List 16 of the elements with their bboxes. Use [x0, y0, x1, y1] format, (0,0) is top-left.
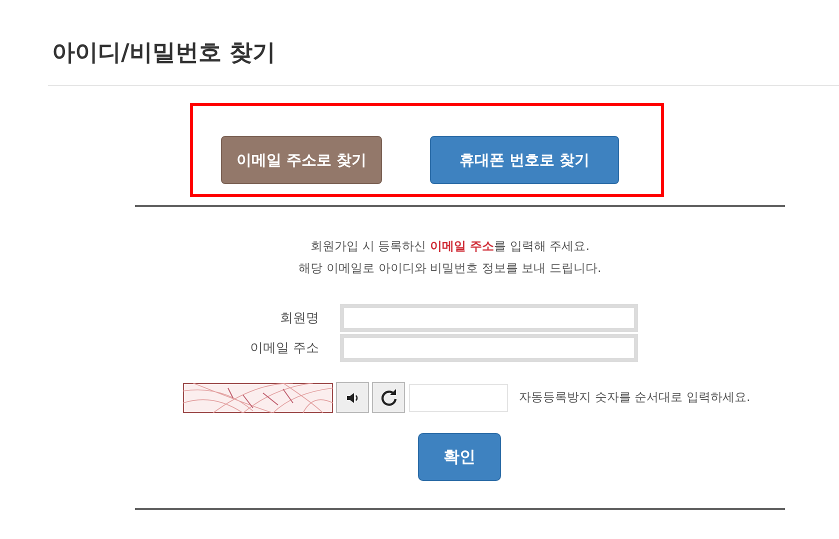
captcha-input[interactable] — [409, 384, 508, 412]
instruction-text: 해당 이메일로 아이디와 비밀번호 정보를 보내 드립니다. — [298, 260, 602, 277]
refresh-icon — [380, 388, 398, 406]
tab[interactable]: 휴대폰 번호로 찾기 — [430, 136, 619, 184]
input-field[interactable] — [340, 304, 638, 332]
captcha-hint: 자동등록방지 숫자를 순서대로 입력하세요. — [519, 389, 750, 406]
speaker-button[interactable] — [336, 382, 369, 413]
instruction-text: 회원가입 시 등록하신 이메일 주소를 입력해 주세요. — [309, 238, 591, 255]
refresh-button[interactable] — [372, 382, 405, 413]
speaker-icon — [346, 392, 360, 404]
confirm-button[interactable]: 확인 — [418, 433, 501, 481]
field-label: 회원명 — [279, 310, 320, 327]
page-title: 아이디/비밀번호 찾기 — [51, 39, 276, 68]
tab[interactable]: 이메일 주소로 찾기 — [221, 136, 382, 184]
input-field[interactable] — [340, 334, 638, 362]
field-label: 이메일 주소 — [248, 340, 320, 357]
